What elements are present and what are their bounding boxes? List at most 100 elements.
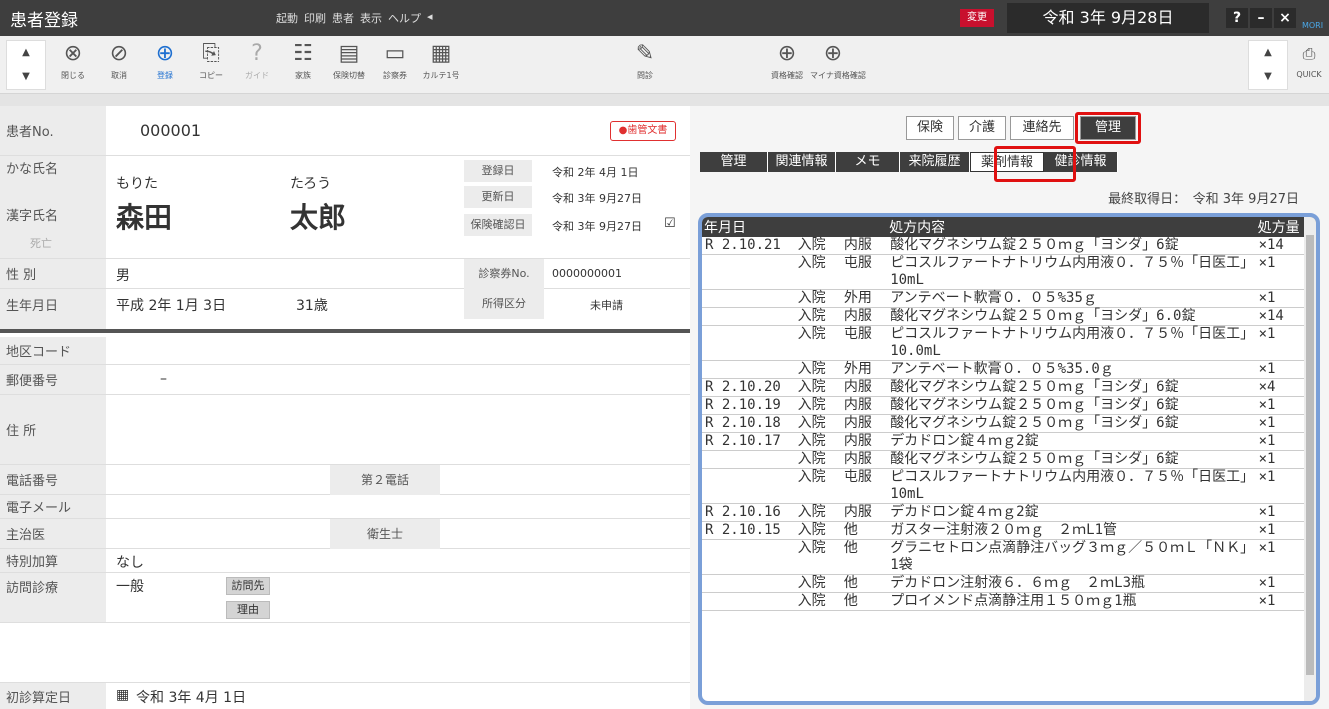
down-arrow-icon[interactable]: ▼ (1249, 65, 1287, 89)
special-value[interactable]: なし (116, 552, 144, 572)
myna-tool-label: マイナ資格確認 (810, 71, 866, 80)
cell-content: ピコスルファートナトリウム内用液０．７５％「日医工」10mL (887, 468, 1256, 504)
dental-doc-button[interactable]: ●歯管文書 (610, 121, 676, 141)
close-tool-button[interactable]: ⊗ 閉じる (50, 38, 96, 90)
vertical-scrollbar[interactable] (1304, 217, 1316, 701)
help-button[interactable]: ? (1226, 8, 1248, 28)
highlight-tab-management (1075, 112, 1141, 144)
card-tool-button[interactable]: ▭ 診察券 (372, 38, 418, 90)
reg-date: 令和 2年 4月 1日 (552, 166, 639, 179)
addr-label: 住 所 (0, 395, 106, 464)
close-button[interactable]: × (1274, 8, 1296, 28)
subtab-related[interactable]: 関連情報 (768, 152, 836, 172)
col-ward[interactable] (794, 217, 841, 237)
table-row[interactable]: 入院他プロイメンド点滴静注用１５０ｍｇ1瓶 ×1 (702, 592, 1316, 611)
table-row[interactable]: 入院 内服 酸化マグネシウム錠２５０ｍｇ「ヨシダ」6錠 ×1 (702, 450, 1316, 469)
birth-date[interactable]: 平成 2年 1月 3日 (116, 295, 226, 315)
tab-insurance[interactable]: 保険 (906, 116, 954, 140)
cancel-tool-button[interactable]: ⊘ 取消 (96, 38, 142, 90)
interview-tool-button[interactable]: ✎ 問診 (622, 38, 668, 90)
table-row[interactable]: R 2.10.21 入院 内服 酸化マグネシウム錠２５０ｍｇ「ヨシダ」6錠 ×14 (702, 237, 1316, 255)
subtab-management[interactable]: 管理 (700, 152, 768, 172)
kana-label: かな氏名 (0, 156, 106, 179)
table-row[interactable]: R 2.10.18 入院 内服 酸化マグネシウム錠２５０ｍｇ「ヨシダ」6錠 ×1 (702, 414, 1316, 433)
income[interactable]: 未申請 (590, 297, 623, 313)
register-tool-button[interactable]: ⊕ 登録 (142, 38, 188, 90)
cell-route: 内服 (840, 503, 888, 522)
menu-patient[interactable]: 患者 (332, 10, 354, 26)
table-row[interactable]: 入院他グラニセトロン点滴静注バッグ３ｍｇ／５０ｍＬ「ＮＫ」1袋 ×1 (702, 539, 1316, 575)
down-arrow-icon[interactable]: ▼ (7, 65, 45, 89)
table-row[interactable]: 入院 外用 アンテベート軟膏０．０５%35.0ｇ ×1 (702, 360, 1316, 379)
income-label: 所得区分 (464, 289, 544, 319)
table-row[interactable]: 入院他デカドロン注射液６．６ｍｇ ２ｍL3瓶 ×1 (702, 574, 1316, 593)
cell-content: 酸化マグネシウム錠２５０ｍｇ「ヨシダ」6錠 (887, 396, 1256, 415)
family-tool-button[interactable]: ☷ 家族 (280, 38, 326, 90)
table-row[interactable]: 入院 屯服 ピコスルファートナトリウム内用液０．７５％「日医工」10mL ×1 (702, 468, 1316, 504)
table-row[interactable]: 入院 屯服 ピコスルファートナトリウム内用液０．７５％「日医工」10.0mL ×1 (702, 325, 1316, 361)
col-route[interactable] (840, 217, 888, 237)
table-row[interactable]: 入院 外用 アンテベート軟膏０．０５%35ｇ ×1 (702, 289, 1316, 308)
table-row[interactable]: R 2.10.17 入院 内服 デカドロン錠４ｍｇ2錠 ×1 (702, 432, 1316, 451)
ins-checkbox[interactable]: ☑ (664, 216, 676, 231)
menu-help[interactable]: ヘルプ (388, 10, 421, 26)
cell-ward: 入院 (794, 503, 841, 522)
ins-date-label: 保険確認日 (464, 214, 532, 236)
toolbar-scroll-left[interactable]: ▲ ▼ (6, 40, 46, 90)
quick-button[interactable]: ⎙ QUICK (1290, 38, 1328, 90)
insurance-switch-tool-button[interactable]: ▤ 保険切替 (326, 38, 372, 90)
minimize-button[interactable]: – (1250, 8, 1272, 28)
table-row[interactable]: R 2.10.15 入院他ガスター注射液２０ｍｇ ２ｍL1管 ×1 (702, 521, 1316, 540)
card-tool-label: 診察券 (383, 71, 407, 80)
scroll-thumb[interactable] (1306, 235, 1314, 675)
calendar-icon[interactable]: ▦ (116, 687, 129, 703)
copy-tool-button[interactable]: ⎘ コピー (188, 38, 234, 90)
menu-start[interactable]: 起動 (276, 10, 298, 26)
tab-care[interactable]: 介護 (958, 116, 1006, 140)
cell-ward: 入院 (794, 378, 841, 397)
tab-contact[interactable]: 連絡先 (1010, 116, 1074, 140)
menu-print[interactable]: 印刷 (304, 10, 326, 26)
tel-label: 電話番号 (0, 465, 106, 494)
sex-value[interactable]: 男 (116, 265, 130, 285)
zip-label: 郵便番号 (0, 365, 106, 394)
subtab-visit-history[interactable]: 来院履歴 (900, 152, 970, 172)
guide-tool-button[interactable]: ? ガイド (234, 38, 280, 90)
col-content[interactable]: 処方内容 (887, 217, 1256, 237)
table-row[interactable]: 入院 屯服 ピコスルファートナトリウム内用液０．７５％「日医工」10mL ×1 (702, 254, 1316, 290)
table-row[interactable]: 入院 内服 酸化マグネシウム錠２５０ｍｇ「ヨシダ」6.0錠 ×14 (702, 307, 1316, 326)
toolbar-scroll-right[interactable]: ▲ ▼ (1248, 40, 1288, 90)
menu-view[interactable]: 表示 (360, 10, 382, 26)
visit-value[interactable]: 一般 (116, 576, 144, 596)
table-row[interactable]: R 2.10.16 入院 内服 デカドロン錠４ｍｇ2錠 ×1 (702, 503, 1316, 522)
kanji-first[interactable]: 太郎 (290, 196, 346, 236)
first-date[interactable]: 令和 3年 4月 1日 (136, 687, 246, 707)
col-date[interactable]: 年月日 (702, 217, 795, 237)
cell-route: 内服 (840, 414, 888, 433)
up-arrow-icon[interactable]: ▲ (7, 41, 45, 65)
subtab-memo[interactable]: メモ (836, 152, 900, 172)
visit-dest-button[interactable]: 訪問先 (226, 577, 270, 595)
quick-label: QUICK (1296, 70, 1322, 79)
rx-body: R 2.10.21 入院 内服 酸化マグネシウム錠２５０ｍｇ「ヨシダ」6錠 ×14 入院屯… (702, 237, 1316, 611)
qualify-tool-label: 資格確認 (771, 71, 803, 80)
cell-ward: 入院 (794, 414, 841, 433)
myna-tool-button[interactable]: ⊕ マイナ資格確認 (810, 38, 866, 90)
cell-date (702, 289, 795, 308)
dental-doc-label: 歯管文書 (627, 125, 668, 136)
reason-button[interactable]: 理由 (226, 601, 270, 619)
kanji-last[interactable]: 森田 (116, 196, 172, 236)
patient-no[interactable]: 000001 (140, 121, 201, 140)
table-row[interactable]: R 2.10.19 入院 内服 酸化マグネシウム錠２５０ｍｇ「ヨシダ」6錠 ×1 (702, 396, 1316, 415)
table-row[interactable]: R 2.10.20 入院 内服 酸化マグネシウム錠２５０ｍｇ「ヨシダ」6錠 ×4 (702, 378, 1316, 397)
menu-collapse-icon[interactable]: ◂ (427, 10, 433, 26)
zip-value[interactable]: – (160, 371, 167, 387)
birth-label: 生年月日 (0, 289, 106, 329)
qualify-tool-button[interactable]: ⊕ 資格確認 (764, 38, 810, 90)
up-arrow-icon[interactable]: ▲ (1249, 41, 1287, 65)
upd-date-label: 更新日 (464, 186, 532, 208)
quick-icon: ⎙ (1302, 44, 1316, 63)
copy-tool-label: コピー (199, 71, 223, 80)
chart-tool-button[interactable]: ▦ カルテ1号 (418, 38, 464, 90)
cell-date (702, 360, 795, 379)
